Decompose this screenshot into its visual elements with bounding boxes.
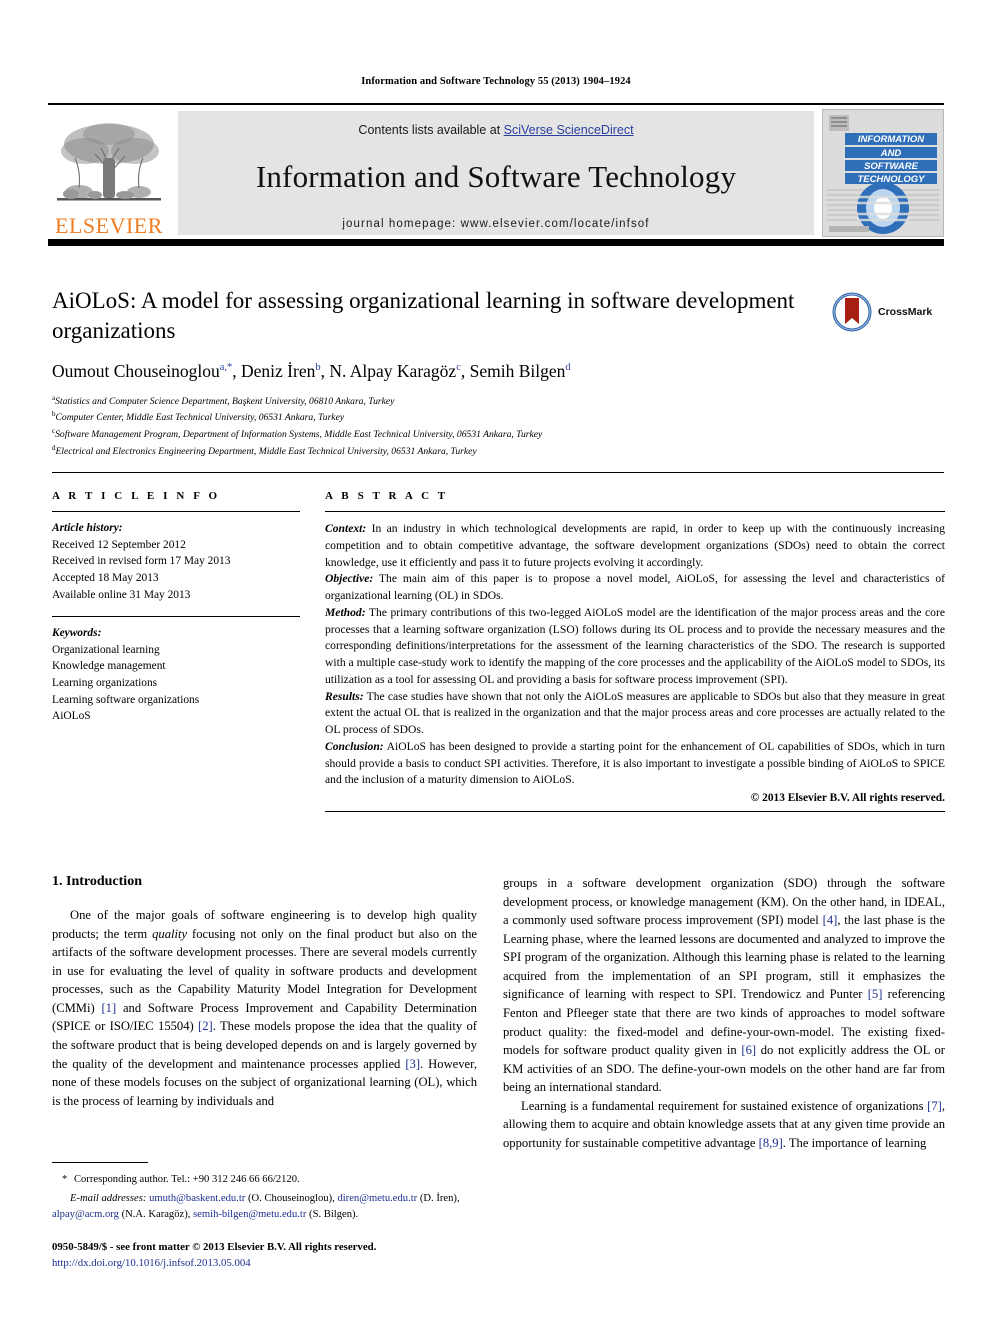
svg-text:AND: AND — [880, 148, 902, 159]
running-head: Information and Software Technology 55 (… — [361, 76, 631, 87]
abstract-section-label: Results: — [325, 689, 364, 703]
journal-masthead: ELSEVIER Contents lists available at Sci… — [48, 103, 944, 246]
copyright-line: © 2013 Elsevier B.V. All rights reserved… — [750, 792, 945, 804]
crossmark-icon — [832, 292, 872, 332]
body-column-right: groups in a software development organiz… — [503, 874, 945, 1152]
keyword-lines: Organizational learning Knowledge managem… — [52, 642, 300, 725]
author-name: Deniz İrenb — [241, 360, 321, 381]
keyword: Organizational learning — [52, 643, 160, 656]
sciencedirect-link[interactable]: SciVerse ScienceDirect — [504, 123, 634, 137]
affiliation: aStatistics and Computer Science Departm… — [52, 393, 395, 407]
elsevier-tree-icon — [57, 123, 161, 201]
affiliation-mark: b — [52, 410, 56, 419]
article-info-heading: A R T I C L E I N F O — [52, 490, 221, 502]
contents-prefix: Contents lists available at — [358, 123, 504, 137]
keyword: Learning organizations — [52, 677, 158, 690]
svg-text:INFORMATION: INFORMATION — [858, 134, 925, 145]
article-history: Article history: Received 12 September 2… — [52, 520, 300, 603]
affiliation-mark: d — [52, 444, 56, 453]
article-info-block: A R T I C L E I N F O Article history: R… — [52, 490, 300, 725]
imprint-block: 0950-5849/$ - see front matter © 2013 El… — [52, 1239, 522, 1271]
keyword: AiOLoS — [52, 710, 91, 723]
author-affiliation-mark: d — [565, 361, 571, 373]
history-line: Received 12 September 2012 — [52, 538, 186, 551]
elsevier-wordmark: ELSEVIER — [55, 213, 163, 238]
affiliation-mark: c — [52, 427, 56, 436]
footnote-separator — [52, 1162, 148, 1163]
svg-text:SOFTWARE: SOFTWARE — [864, 161, 918, 172]
author-affiliation-mark: c — [456, 361, 461, 373]
abstract-bottom-rule — [325, 811, 945, 812]
affiliation: dElectrical and Electronics Engineering … — [52, 444, 477, 458]
affiliation-mark: a — [52, 393, 56, 402]
keywords-block: Keywords: Organizational learning Knowled… — [52, 625, 300, 725]
abstract-section: Results: The case studies have shown tha… — [325, 689, 945, 737]
intro-paragraph-2: groups in a software development organiz… — [503, 876, 945, 1095]
keywords-rule — [52, 616, 300, 618]
author-name: Oumout Chouseinogloua,* — [52, 360, 233, 381]
abstract-section: Method: The primary contributions of thi… — [325, 605, 945, 686]
abstract-rule — [325, 511, 945, 512]
history-line: Available online 31 May 2013 — [52, 588, 191, 601]
abstract-section-label: Objective: — [325, 572, 374, 586]
history-line: Accepted 18 May 2013 — [52, 571, 159, 584]
abstract-block: A B S T R A C T Context: In an industry … — [325, 490, 945, 812]
section-heading-introduction: 1. Introduction — [52, 874, 142, 889]
author-name: N. Alpay Karagözc — [329, 360, 461, 381]
svg-text:TECHNOLOGY: TECHNOLOGY — [857, 174, 926, 185]
affiliation: bComputer Center, Middle East Technical … — [52, 410, 345, 424]
paper-page: Information and Software Technology 55 (… — [0, 0, 992, 1323]
masthead-bottom-rule — [48, 239, 944, 246]
journal-title: Information and Software Technology — [255, 159, 737, 194]
abstract-section: Objective: The main aim of this paper is… — [325, 572, 945, 602]
crossmark-label: CrossMark — [878, 306, 933, 318]
author-list: Oumout Chouseinogloua,*, Deniz İrenb, N.… — [52, 360, 571, 381]
author-affiliation-mark: a,* — [219, 361, 233, 373]
abstract-section: Conclusion: AiOLoS has been designed to … — [325, 739, 945, 787]
page-title: AiOLoS: A model for assessing organizati… — [52, 288, 795, 344]
intro-paragraph-3: Learning is a fundamental requirement fo… — [503, 1098, 945, 1150]
keyword: Knowledge management — [52, 660, 166, 673]
abstract-section-label: Context: — [325, 522, 367, 535]
corresponding-author-note: * Corresponding author. Tel.: +90 312 24… — [62, 1174, 300, 1185]
intro-paragraph-1: One of the major goals of software engin… — [52, 908, 477, 1108]
author-name: Semih Bilgend — [469, 360, 571, 381]
body-column-left: 1. Introduction One of the major goals o… — [52, 874, 477, 1110]
issn-line: 0950-5849/$ - see front matter © 2013 El… — [52, 1241, 377, 1253]
contents-line: Contents lists available at SciVerse Sci… — [358, 123, 633, 137]
masthead-top-rule — [48, 103, 944, 105]
elsevier-logo: ELSEVIER — [48, 109, 170, 237]
email-addresses-note: E-mail addresses: umuth@baskent.edu.tr (… — [52, 1192, 460, 1220]
title-block: AiOLoS: A model for assessing organizati… — [52, 286, 842, 460]
author-affiliation-mark: b — [315, 361, 321, 373]
journal-banner: Contents lists available at SciVerse Sci… — [178, 111, 814, 235]
abstract-section: Context: In an industry in which technol… — [325, 522, 945, 569]
history-lines: Received 12 September 2012 Received in re… — [52, 537, 300, 604]
abstract-section-label: Method: — [325, 605, 366, 619]
article-history-label: Article history: — [52, 522, 123, 534]
keyword: Learning software organizations — [52, 693, 200, 706]
abstract-top-rule — [52, 472, 944, 474]
article-info-rule — [52, 511, 300, 512]
affiliation-list: aStatistics and Computer Science Departm… — [52, 393, 842, 460]
journal-homepage[interactable]: journal homepage: www.elsevier.com/locat… — [342, 218, 649, 230]
abstract-heading: A B S T R A C T — [325, 490, 449, 502]
keywords-label: Keywords: — [52, 627, 102, 640]
journal-cover-thumbnail: INFORMATION AND SOFTWARE TECHNOLOGY — [822, 109, 944, 237]
crossmark-badge[interactable]: CrossMark — [832, 288, 944, 336]
abstract-text: Context: In an industry in which technol… — [325, 521, 945, 789]
footnote-block: * Corresponding author. Tel.: +90 312 24… — [52, 1172, 482, 1223]
journal-cover-image: INFORMATION AND SOFTWARE TECHNOLOGY — [823, 110, 943, 236]
doi-link[interactable]: http://dx.doi.org/10.1016/j.infsof.2013.… — [52, 1255, 522, 1271]
affiliation: cSoftware Management Program, Department… — [52, 427, 543, 441]
abstract-section-label: Conclusion: — [325, 739, 384, 753]
history-line: Received in revised form 17 May 2013 — [52, 555, 231, 568]
